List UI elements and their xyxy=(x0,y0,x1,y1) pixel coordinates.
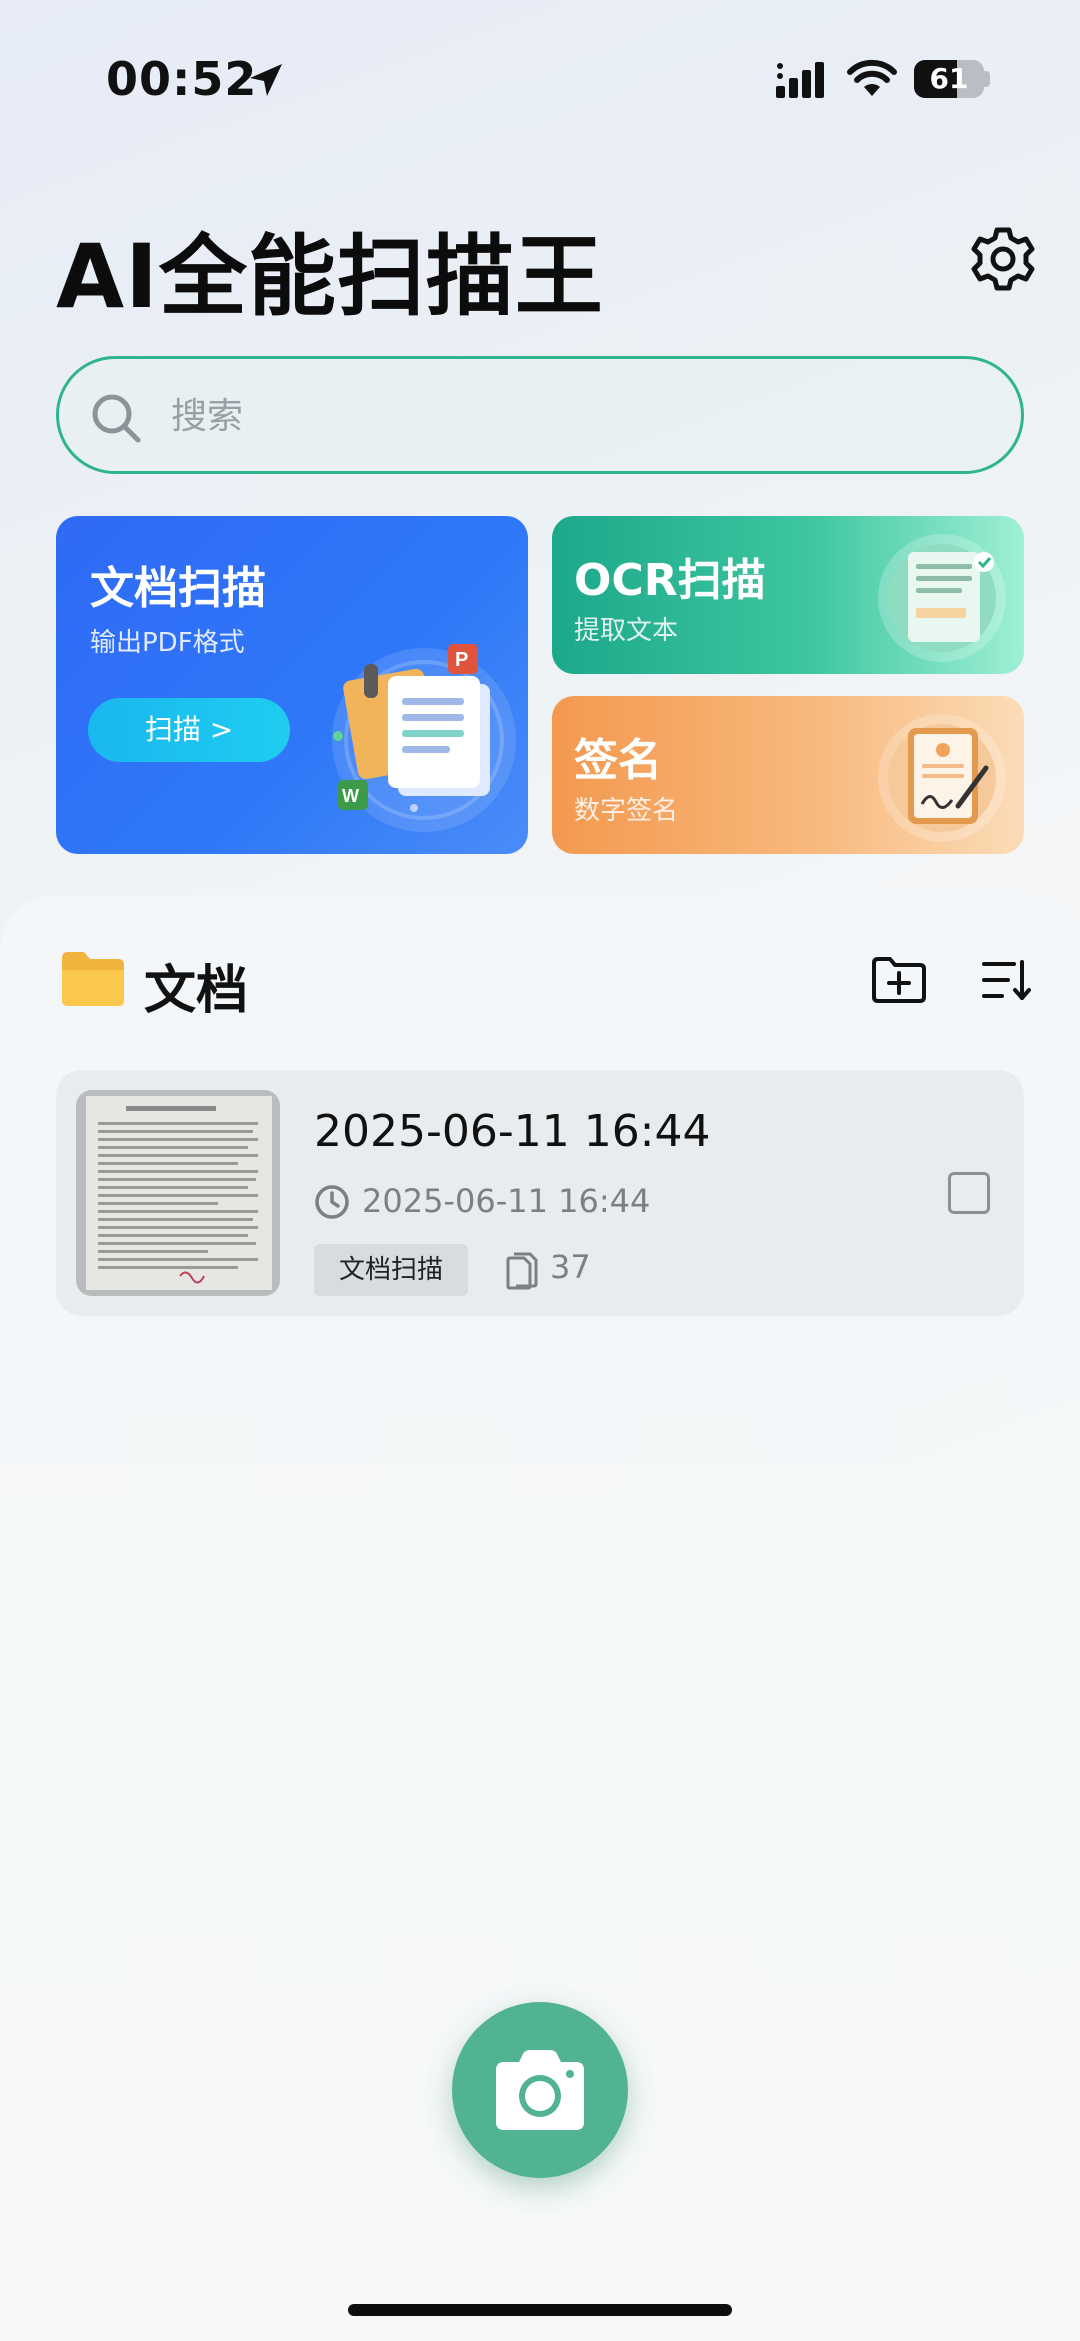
doc-scan-subtitle: 输出PDF格式 xyxy=(90,628,245,658)
signature-card[interactable]: 签名 数字签名 xyxy=(552,696,1024,854)
search-bar[interactable] xyxy=(56,356,1024,474)
signal-icon xyxy=(776,62,824,98)
document-type-badge: 文档扫描 xyxy=(314,1244,468,1296)
scan-button[interactable]: 扫描 > xyxy=(88,698,290,762)
select-checkbox[interactable] xyxy=(948,1172,990,1214)
folder-plus-icon[interactable] xyxy=(870,955,928,1005)
status-time: 00:52 xyxy=(106,52,258,106)
camera-button[interactable] xyxy=(452,2002,628,2178)
home-indicator xyxy=(348,2304,732,2316)
search-icon xyxy=(92,394,141,443)
document-page-count: 37 xyxy=(550,1248,591,1286)
signature-title: 签名 xyxy=(574,735,662,786)
status-bar: 00:52 61 xyxy=(0,0,1080,150)
doc-scan-card[interactable]: 文档扫描 输出PDF格式 扫描 > P W xyxy=(56,516,528,854)
page-title: AI全能扫描王 xyxy=(56,225,604,328)
svg-text:P: P xyxy=(455,649,468,671)
sort-icon[interactable] xyxy=(982,958,1032,1002)
ocr-illustration xyxy=(878,534,1006,662)
battery-icon: 61 xyxy=(914,60,984,98)
document-timestamp: 2025-06-11 16:44 xyxy=(362,1182,651,1220)
document-thumbnail xyxy=(76,1090,280,1296)
wifi-icon xyxy=(847,59,897,96)
documents-illustration: P W xyxy=(332,644,516,832)
list-item[interactable]: 2025-06-11 16:44 2025-06-11 16:44 文档扫描 3… xyxy=(56,1070,1024,1316)
ocr-scan-title: OCR扫描 xyxy=(574,555,766,606)
doc-scan-title: 文档扫描 xyxy=(90,563,266,614)
document-thumbnail-image xyxy=(76,1090,280,1296)
search-input[interactable] xyxy=(171,387,951,445)
signature-illustration xyxy=(878,714,1006,842)
folder-icon xyxy=(62,952,124,1006)
ocr-scan-card[interactable]: OCR扫描 提取文本 xyxy=(552,516,1024,674)
ocr-scan-subtitle: 提取文本 xyxy=(574,616,679,646)
camera-icon xyxy=(496,2050,584,2130)
document-title: 2025-06-11 16:44 xyxy=(314,1106,711,1157)
pages-icon xyxy=(506,1252,538,1290)
battery-tip xyxy=(984,71,990,87)
battery-level: 61 xyxy=(929,62,969,95)
signature-subtitle: 数字签名 xyxy=(574,796,679,826)
section-title-documents: 文档 xyxy=(144,961,249,1021)
clock-icon xyxy=(315,1185,349,1219)
gear-icon[interactable] xyxy=(968,224,1038,294)
svg-text:W: W xyxy=(342,786,359,806)
location-arrow-icon xyxy=(250,64,282,96)
